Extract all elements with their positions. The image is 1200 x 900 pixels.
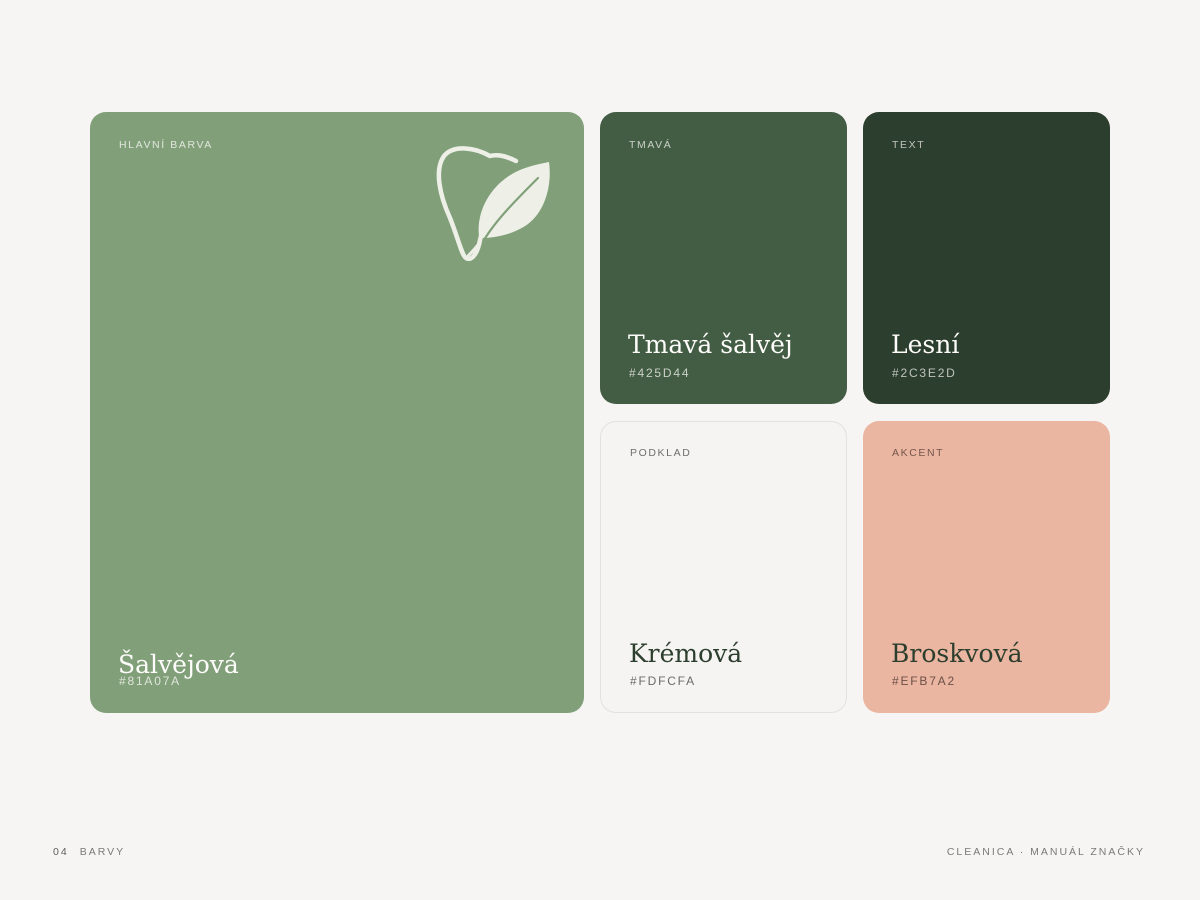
color-name: Krémová xyxy=(629,639,743,668)
page-number: 04 xyxy=(53,846,69,858)
color-role-label: HLAVNÍ BARVA xyxy=(119,139,213,151)
color-card-background: PODKLAD Krémová #FDFCFA xyxy=(600,421,847,713)
color-card-text: TEXT Lesní #2C3E2D xyxy=(863,112,1110,404)
color-hex: #2C3E2D xyxy=(892,366,957,380)
color-card-primary: HLAVNÍ BARVA Šalvějová #81A07A xyxy=(90,112,584,713)
color-name: Broskvová xyxy=(891,639,1023,668)
section-title: BARVY xyxy=(79,846,126,858)
color-name: Lesní xyxy=(891,330,960,359)
color-card-accent: AKCENT Broskvová #EFB7A2 xyxy=(863,421,1110,713)
footer-brand: CLEANICA · MANUÁL ZNAČKY xyxy=(946,846,1145,858)
color-role-label: AKCENT xyxy=(892,447,945,459)
color-role-label: TMAVÁ xyxy=(629,139,673,151)
color-role-label: TEXT xyxy=(892,139,926,151)
color-hex: #81A07A xyxy=(119,674,181,688)
color-hex: #425D44 xyxy=(629,366,691,380)
color-name: Tmavá šalvěj xyxy=(628,330,793,359)
color-role-label: PODKLAD xyxy=(630,447,692,459)
color-card-dark: TMAVÁ Tmavá šalvěj #425D44 xyxy=(600,112,847,404)
color-hex: #EFB7A2 xyxy=(892,674,956,688)
footer-section: 04 BARVY xyxy=(53,846,125,858)
tooth-leaf-icon xyxy=(436,146,550,262)
color-hex: #FDFCFA xyxy=(630,674,696,688)
